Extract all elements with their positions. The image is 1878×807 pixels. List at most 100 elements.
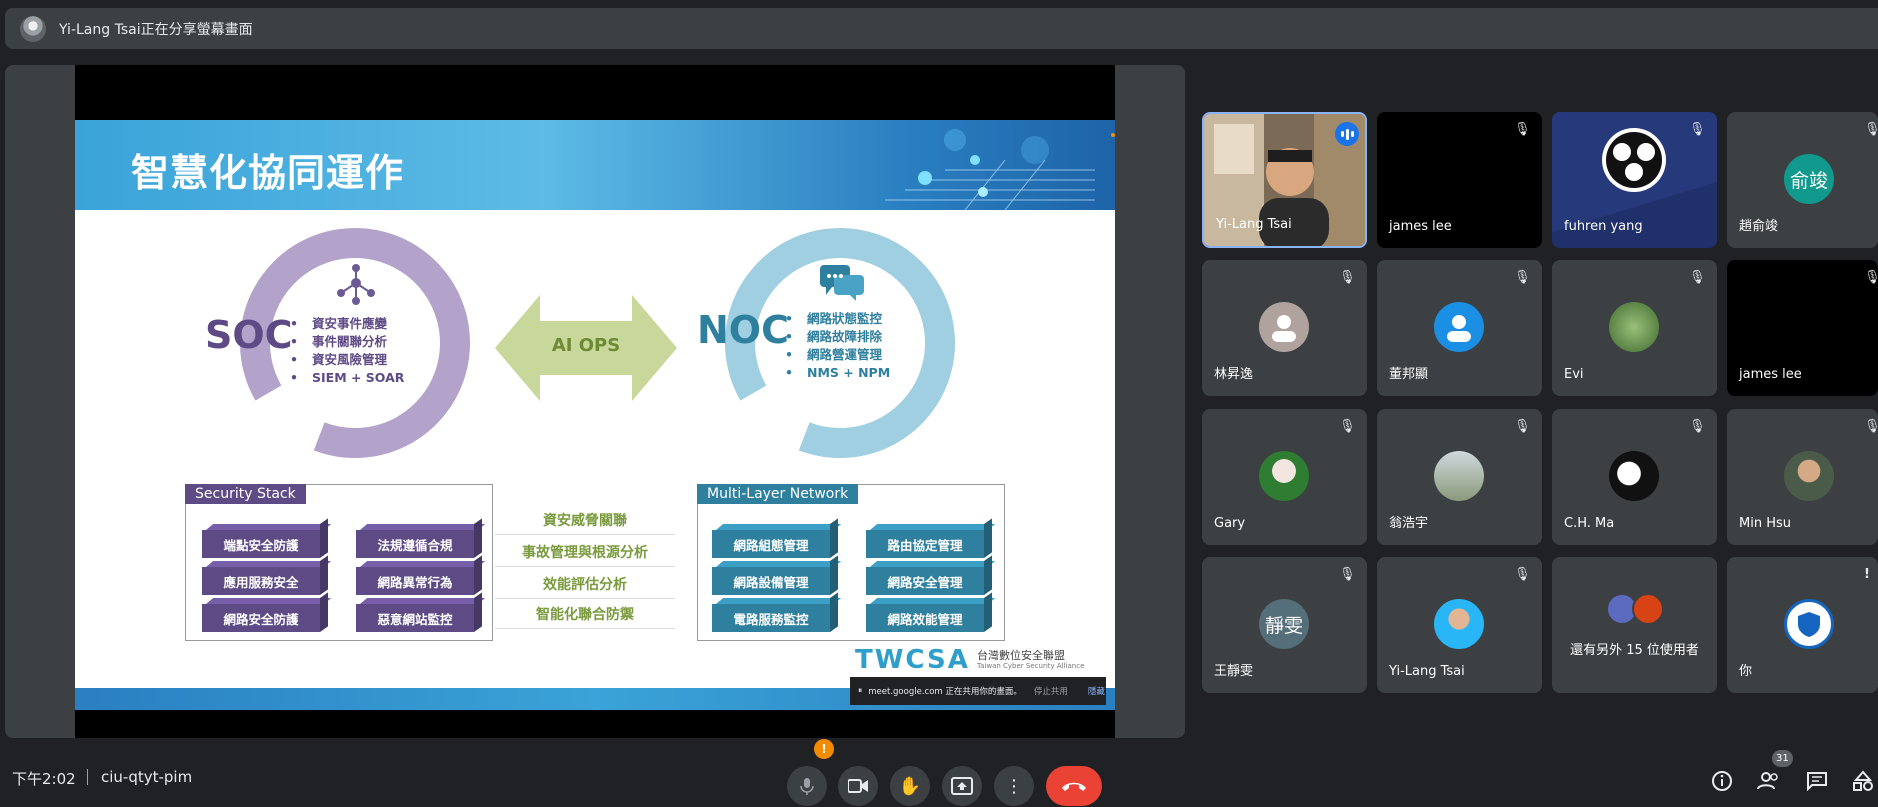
participant-name: james lee (1739, 367, 1802, 382)
participant-tile[interactable]: 🎙 fuhren yang (1552, 112, 1717, 248)
shield-logo-icon (1798, 612, 1820, 637)
presenter-avatar (20, 15, 46, 42)
activities-button[interactable] (1850, 768, 1876, 794)
more-options-button[interactable]: ⋮ (994, 766, 1034, 806)
present-screen-icon (951, 777, 973, 795)
network-decoration-icon (885, 129, 1095, 210)
speaking-indicator-icon (1335, 122, 1359, 146)
participant-name: 王靜雯 (1214, 664, 1254, 679)
participant-name: 董邦顯 (1389, 367, 1429, 382)
soc-item: 資安事件應變 (290, 315, 404, 333)
hand-icon: ✋ (898, 775, 922, 797)
network-block: 路由協定管理 (866, 530, 984, 558)
present-button[interactable] (942, 766, 982, 806)
slide-header: 智慧化協同運作 (75, 120, 1115, 210)
participant-tile[interactable]: 🎙 Evi (1552, 260, 1717, 396)
noc-label: NOC (697, 308, 789, 352)
participant-tile[interactable]: 🎙 james lee (1727, 260, 1878, 396)
participant-name: james lee (1389, 219, 1452, 234)
presenter-text: Yi-Lang Tsai正在分享螢幕畫面 (59, 21, 253, 38)
mic-button[interactable] (787, 766, 827, 806)
network-hub-icon (337, 264, 375, 305)
default-user-icon (1272, 315, 1296, 342)
stop-sharing-button[interactable]: 停止共用 (1034, 685, 1068, 697)
security-stack-label: Security Stack (185, 484, 306, 504)
mic-off-icon: 🎙 (1514, 122, 1531, 137)
participant-name: C.H. Ma (1564, 516, 1615, 531)
divider (87, 769, 88, 785)
meeting-code: ciu-qtyt-pim (101, 768, 193, 786)
participant-tile[interactable]: 靜雯 🎙 王靜雯 (1202, 557, 1367, 693)
twcsa-cn: 台灣數位安全聯盟 (977, 649, 1065, 662)
middle-item: 智能化聯合防禦 (495, 604, 675, 629)
network-label: Multi-Layer Network (697, 484, 859, 504)
participant-tile[interactable]: 俞竣 🎙 趙俞竣 (1727, 112, 1878, 248)
participant-tile[interactable]: 🎙 C.H. Ma (1552, 409, 1717, 545)
mic-off-icon: 🎙 (1339, 419, 1356, 434)
mic-icon (800, 778, 814, 795)
participant-tile[interactable]: Yi-Lang Tsai (1202, 112, 1367, 248)
slide: 智慧化協同運作 SOC • 資安事件應變 • 事件關聯分析 • 資安風險管理 •… (75, 120, 1115, 710)
participant-tile[interactable]: 🎙 james lee (1377, 112, 1542, 248)
participant-tile[interactable]: 🎙 董邦顯 (1377, 260, 1542, 396)
stack-block: 法規遵循合規 (356, 530, 474, 558)
hang-up-icon (1062, 782, 1086, 791)
camera-button[interactable] (838, 766, 878, 806)
stack-block: 應用服務安全 (202, 567, 320, 595)
participant-name: Gary (1214, 516, 1246, 531)
mic-off-icon: 🎙 (1689, 122, 1706, 137)
mic-off-icon: 🎙 (1514, 567, 1531, 582)
shared-screen-stage[interactable]: 智慧化協同運作 SOC • 資安事件應變 • 事件關聯分析 • 資安風險管理 •… (5, 65, 1185, 738)
meeting-info-button[interactable] (1709, 768, 1735, 794)
network-block: 網路效能管理 (866, 604, 984, 632)
raise-hand-button[interactable]: ✋ (890, 766, 930, 806)
mic-off-icon: 🎙 (1339, 270, 1356, 285)
noc-bullets: 網路狀態監控 網路故障排除 網路營運管理 NMS + NPM (785, 310, 890, 382)
people-button[interactable] (1756, 768, 1782, 794)
participant-tile[interactable]: 🎙 Gary (1202, 409, 1367, 545)
camera-icon (848, 779, 868, 793)
chat-button[interactable] (1804, 768, 1830, 794)
chat-bubbles-icon (820, 265, 864, 301)
participant-tile[interactable]: 🎙 翁浩宇 (1377, 409, 1542, 545)
soc-item: SIEM + SOAR (290, 369, 404, 387)
network-block: 網路安全管理 (866, 567, 984, 595)
noc-item: NMS + NPM (785, 364, 890, 382)
participant-tile[interactable]: 🎙 Yi-Lang Tsai (1377, 557, 1542, 693)
stack-block: 網路安全防護 (202, 604, 320, 632)
people-icon (1757, 772, 1778, 790)
mic-off-icon: 🎙 (1689, 419, 1706, 434)
clock-time: 下午2:02 (12, 770, 76, 788)
hide-banner-button[interactable]: 隱藏 (1088, 685, 1105, 697)
participant-name: 你 (1739, 664, 1753, 679)
more-participants-label: 還有另外 15 位使用者 (1570, 643, 1699, 658)
participant-tile[interactable]: 🎙 林昇逸 (1202, 260, 1367, 396)
twcsa-en: Taiwan Cyber Security Alliance (977, 662, 1085, 670)
participant-avatar (1609, 302, 1659, 352)
participant-tile[interactable]: 🎙 Min Hsu (1727, 409, 1878, 545)
soc-bullets: 資安事件應變 事件關聯分析 資安風險管理 SIEM + SOAR (290, 315, 404, 387)
participant-avatar (1609, 451, 1659, 501)
self-tile[interactable]: ! 你 (1727, 557, 1878, 693)
participant-name: Min Hsu (1739, 516, 1791, 531)
end-call-button[interactable] (1046, 766, 1102, 806)
middle-item: 資安威脅關聯 (495, 510, 675, 535)
mic-off-icon: 🎙 (1514, 270, 1531, 285)
presenter-bar: Yi-Lang Tsai正在分享螢幕畫面 (5, 8, 1878, 49)
warning-icon[interactable]: ! (814, 739, 834, 759)
participant-avatar: 俞竣 (1784, 154, 1834, 204)
participant-name: 林昇逸 (1214, 367, 1254, 382)
mic-off-icon: 🎙 (1689, 270, 1706, 285)
mic-off-icon: 🎙 (1514, 419, 1531, 434)
default-user-icon (1447, 315, 1471, 342)
network-block: 網路組態管理 (712, 530, 830, 558)
stack-block: 網路異常行為 (356, 567, 474, 595)
participant-avatar (1784, 451, 1834, 501)
participant-name: 趙俞竣 (1739, 219, 1779, 234)
chat-icon (1807, 772, 1827, 791)
info-icon (1712, 771, 1732, 791)
alert-icon: ! (1864, 567, 1870, 582)
mic-off-icon: 🎙 (1864, 122, 1878, 137)
stack-block: 端點安全防護 (202, 530, 320, 558)
more-participants-tile[interactable]: 還有另外 15 位使用者 (1552, 557, 1717, 693)
